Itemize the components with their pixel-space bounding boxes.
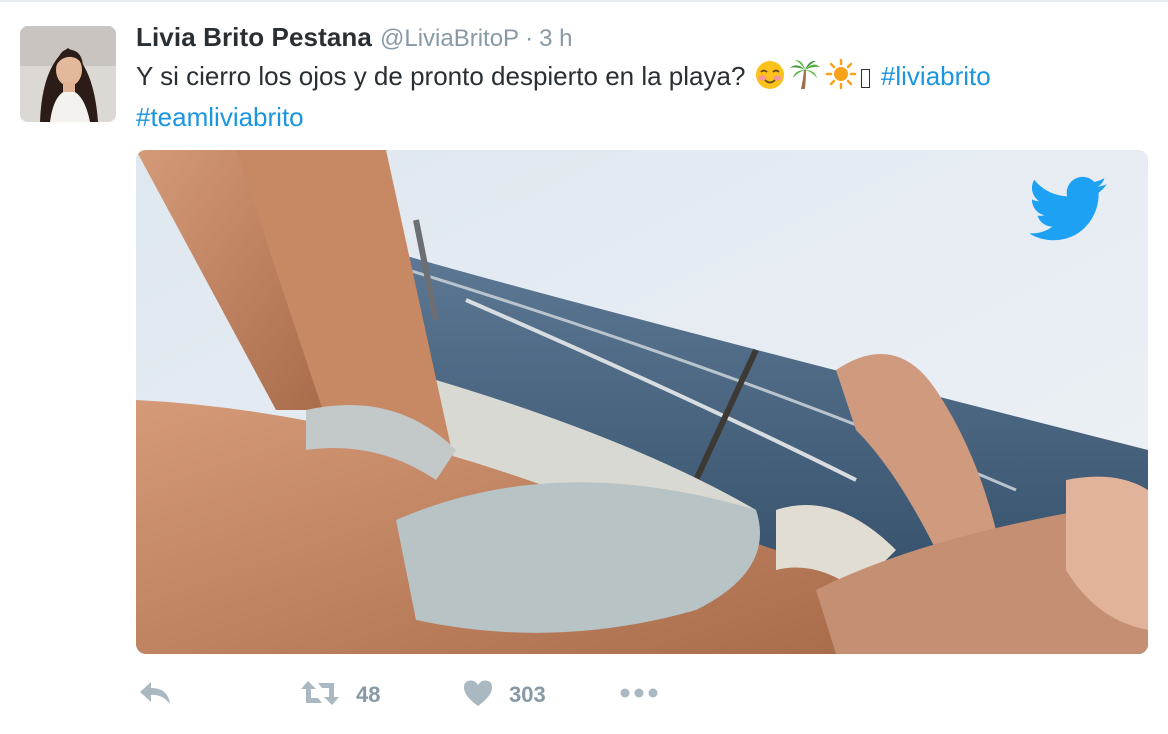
author-name[interactable]: Livia Brito Pestana: [136, 22, 372, 53]
more-button[interactable]: [620, 672, 658, 718]
header-separator: ·: [525, 25, 534, 52]
author-handle[interactable]: @LiviaBritoP: [380, 25, 519, 53]
twitter-bird-icon: [1030, 176, 1108, 242]
tweet-photo[interactable]: [136, 150, 1148, 654]
more-dots-icon: [620, 686, 658, 704]
tweet-text: Y si cierro los ojos y de pronto despier…: [136, 58, 1146, 135]
reply-button[interactable]: [138, 672, 172, 718]
smiling-face-with-blush-icon: [755, 60, 785, 99]
hashtag-liviabrito[interactable]: #liviabrito: [881, 61, 991, 91]
tweet-text-main: Y si cierro los ojos y de pronto despier…: [136, 61, 746, 91]
avatar-image: [20, 26, 116, 122]
beach-boat-photo: [136, 150, 1148, 654]
tweet-timestamp[interactable]: 3 h: [539, 25, 572, 53]
missing-glyph-box: [860, 69, 870, 88]
sun-icon: [825, 58, 857, 99]
top-divider: [0, 0, 1168, 2]
retweet-icon: [300, 679, 340, 712]
avatar[interactable]: [20, 26, 116, 122]
tweet-header: Livia Brito Pestana @LiviaBritoP · 3 h: [136, 22, 572, 58]
retweet-count: 48: [356, 682, 381, 707]
like-count: 303: [509, 682, 546, 707]
palm-tree-icon: [789, 58, 821, 99]
hashtag-teamliviabrito[interactable]: #teamliviabrito: [136, 102, 304, 132]
like-button[interactable]: 303: [463, 672, 546, 718]
tweet-actions: 48 303: [136, 672, 1036, 718]
heart-icon: [463, 679, 493, 712]
retweet-button[interactable]: 48: [300, 672, 380, 718]
reply-icon: [138, 680, 172, 711]
